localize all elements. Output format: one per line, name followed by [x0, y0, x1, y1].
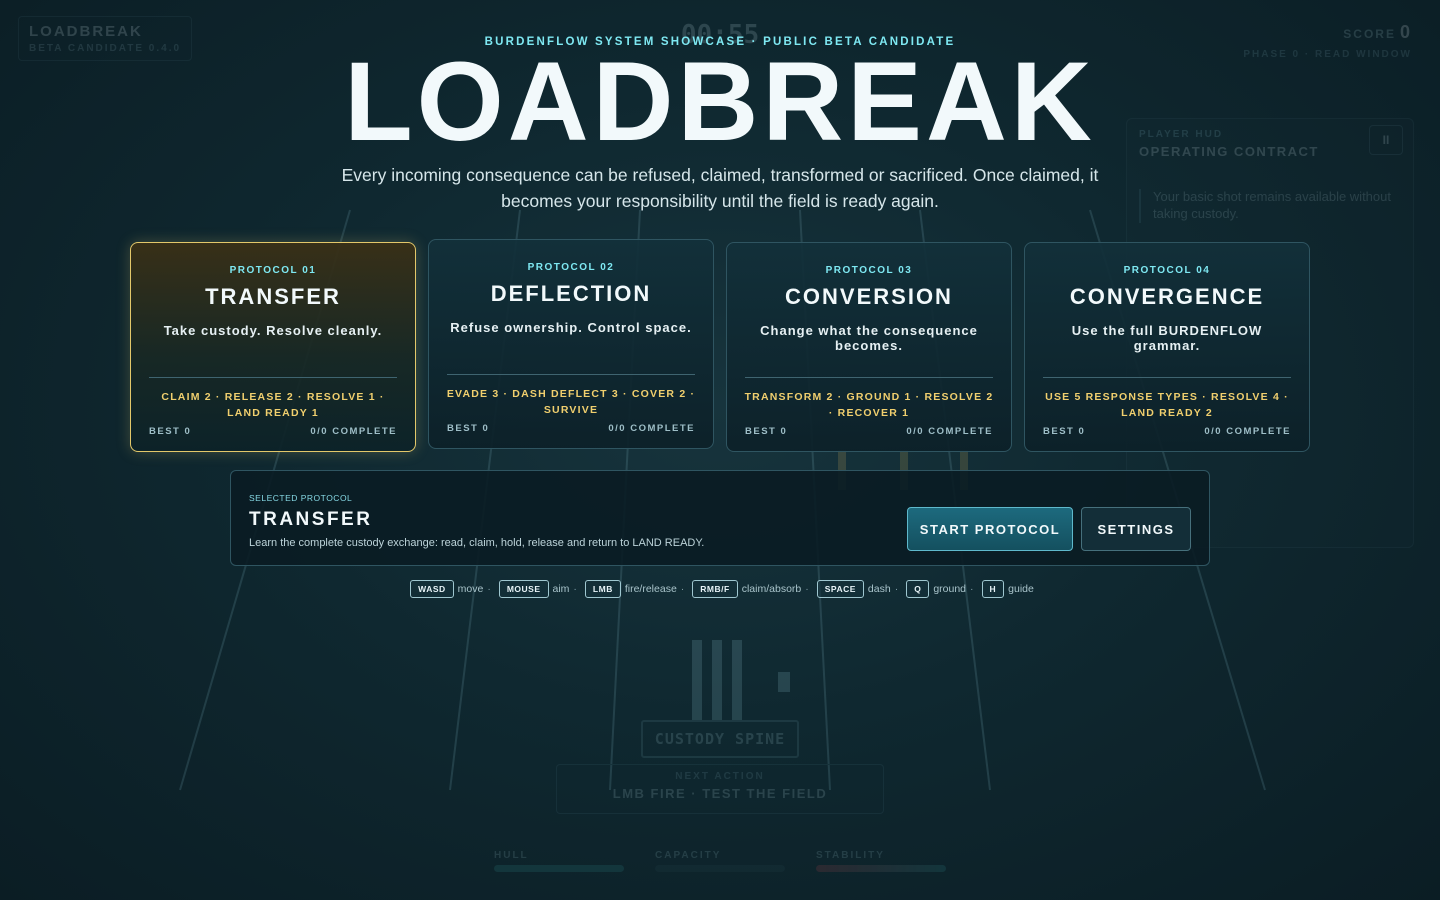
protocol-tagline: Use the full BURDENFLOW grammar. — [1071, 323, 1263, 353]
protocol-best: BEST 0 — [149, 426, 192, 437]
protocol-kicker: PROTOCOL 04 — [1123, 265, 1211, 276]
protocol-complete: 0/0 COMPLETE — [906, 426, 993, 437]
capacity-bar-label: CAPACITY — [655, 850, 722, 861]
protocol-complete: 0/0 COMPLETE — [1204, 426, 1291, 437]
separator-dot: · — [970, 583, 974, 595]
next-action-value: LMB FIRE · TEST THE FIELD — [612, 786, 828, 801]
control-action: dash — [867, 583, 891, 595]
protocol-card-deflection[interactable]: PROTOCOL 02 DEFLECTION Refuse ownership.… — [428, 239, 714, 449]
control-action: guide — [1008, 583, 1034, 595]
control-action: move — [457, 583, 484, 595]
protocol-tagline: Take custody. Resolve cleanly. — [163, 323, 383, 338]
selected-protocol-description: Learn the complete custody exchange: rea… — [249, 537, 705, 549]
protocol-complete: 0/0 COMPLETE — [608, 423, 695, 434]
selected-protocol-panel: SELECTED PROTOCOL TRANSFER Learn the com… — [230, 470, 1210, 566]
controls-legend: WASD move · MOUSE aim · LMB fire/release · RMB… — [0, 580, 1440, 598]
protocol-goals: EVADE 3 · DASH DEFLECT 3 · COVER 2 · SUR… — [446, 388, 696, 416]
protocol-best: BEST 0 — [447, 423, 490, 434]
protocol-card-list: PROTOCOL 01 TRANSFER Take custody. Resol… — [130, 239, 1310, 453]
game-title: LOADBREAK — [344, 39, 1096, 164]
protocol-card-convergence[interactable]: PROTOCOL 04 CONVERGENCE Use the full BUR… — [1024, 242, 1310, 452]
protocol-best: BEST 0 — [745, 426, 788, 437]
separator-dot: · — [680, 583, 685, 595]
settings-button[interactable]: SETTINGS — [1081, 507, 1191, 551]
protocol-card-transfer[interactable]: PROTOCOL 01 TRANSFER Take custody. Resol… — [130, 242, 416, 452]
protocol-name: CONVERSION — [785, 284, 953, 309]
start-protocol-button[interactable]: START PROTOCOL — [907, 507, 1073, 551]
key-space: SPACE — [816, 580, 864, 598]
key-mouse: MOUSE — [498, 580, 549, 598]
protocol-complete: 0/0 COMPLETE — [310, 426, 397, 437]
protocol-card-conversion[interactable]: PROTOCOL 03 CONVERSION Change what the c… — [726, 242, 1012, 452]
protocol-kicker: PROTOCOL 03 — [825, 265, 913, 276]
control-action: fire/release — [624, 583, 677, 595]
key-lmb: LMB — [584, 580, 621, 598]
game-subtitle: Every incoming consequence can be refuse… — [341, 165, 1099, 211]
key-q: Q — [906, 580, 930, 598]
selected-protocol-name: TRANSFER — [249, 509, 373, 530]
protocol-name: DEFLECTION — [490, 281, 652, 306]
hull-bar-label: HULL — [494, 850, 529, 861]
protocol-best: BEST 0 — [1043, 426, 1086, 437]
stability-bar-fill — [816, 865, 946, 872]
protocol-goals: USE 5 RESPONSE TYPES · RESOLVE 4 · LAND … — [1045, 391, 1289, 419]
protocol-name: TRANSFER — [205, 284, 341, 309]
protocol-footer: BEST 0 0/0 COMPLETE — [1043, 426, 1291, 437]
separator-dot: · — [894, 583, 899, 595]
custody-spine-label: CUSTODY SPINE — [641, 720, 799, 758]
protocol-goals: CLAIM 2 · RELEASE 2 · RESOLVE 1 · LAND R… — [161, 391, 385, 419]
protocol-kicker: PROTOCOL 01 — [229, 265, 317, 276]
key-rmb-f: RMB/F — [692, 580, 738, 598]
control-action: aim — [552, 583, 570, 595]
capacity-bar: CAPACITY — [655, 850, 785, 872]
capacity-bar-fill — [655, 865, 785, 872]
hull-bar: HULL — [494, 850, 624, 872]
protocol-name: CONVERGENCE — [1069, 284, 1265, 309]
hud-status-bars: HULL CAPACITY STABILITY — [494, 850, 946, 872]
key-wasd: WASD — [410, 580, 454, 598]
selected-protocol-label: SELECTED PROTOCOL — [249, 493, 353, 503]
protocol-footer: BEST 0 0/0 COMPLETE — [447, 423, 695, 434]
control-action: claim/absorb — [741, 583, 802, 595]
card-divider — [1043, 377, 1291, 378]
hull-bar-fill — [494, 865, 624, 872]
protocol-tagline: Change what the consequence becomes. — [760, 323, 978, 353]
stability-bar-label: STABILITY — [816, 850, 885, 861]
card-divider — [149, 377, 397, 378]
protocol-goals: TRANSFORM 2 · GROUND 1 · RESOLVE 2 · REC… — [744, 391, 994, 419]
hud-panel-text: Your basic shot remains available withou… — [1139, 189, 1401, 223]
control-action: ground — [933, 583, 967, 595]
protocol-footer: BEST 0 0/0 COMPLETE — [149, 426, 397, 437]
card-divider — [447, 374, 695, 375]
card-divider — [745, 377, 993, 378]
next-action-box: NEXT ACTION LMB FIRE · TEST THE FIELD — [556, 764, 884, 814]
separator-dot: · — [487, 583, 491, 595]
protocol-footer: BEST 0 0/0 COMPLETE — [745, 426, 993, 437]
separator-dot: · — [573, 583, 577, 595]
key-h: H — [981, 580, 1005, 598]
separator-dot: · — [805, 583, 809, 595]
next-action-label: NEXT ACTION — [675, 771, 765, 782]
protocol-kicker: PROTOCOL 02 — [527, 262, 615, 273]
protocol-tagline: Refuse ownership. Control space. — [450, 320, 692, 335]
stability-bar: STABILITY — [816, 850, 946, 872]
